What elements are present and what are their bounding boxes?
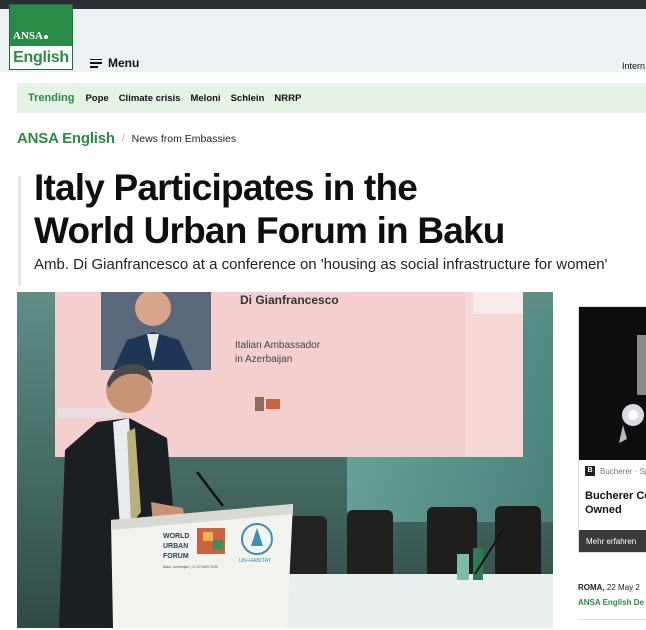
headline-accent-rule: [18, 176, 21, 286]
trending-item-meloni[interactable]: Meloni: [190, 93, 220, 104]
podium-world-text: WORLD: [163, 533, 189, 540]
breadcrumb: ANSA English / News from Embassies: [17, 130, 236, 147]
podium-unhabitat-text: UN-HABITAT: [239, 558, 272, 564]
article-hero-photo[interactable]: Di Gianfrancesco Italian Ambassador in A…: [17, 292, 553, 628]
screen-forum-logo: [255, 397, 264, 411]
ad-cta-button[interactable]: Mehr erfahren: [579, 530, 646, 552]
article-title: Italy Participates in the World Urban For…: [34, 167, 505, 251]
ad-brand-text: Bucherer · Sp: [600, 466, 646, 476]
site-header: Menu Intern: [0, 9, 646, 72]
ansa-english-logo[interactable]: ANSA English: [9, 4, 73, 70]
screen-role-line2: in Azerbaijan: [235, 354, 292, 365]
podium-forum-text: FORUM: [163, 553, 189, 560]
hamburger-icon: [90, 58, 102, 68]
trending-label: Trending: [28, 92, 75, 104]
international-link[interactable]: Intern: [622, 61, 645, 71]
trending-item-pope[interactable]: Pope: [85, 93, 108, 104]
logo-ansa-text: ANSA: [13, 30, 48, 42]
article-byline[interactable]: ANSA English De: [578, 598, 644, 607]
trending-item-climate-crisis[interactable]: Climate crisis: [119, 93, 181, 104]
ad-title: Bucherer Ce Owned: [585, 490, 646, 516]
breadcrumb-home-link[interactable]: ANSA English: [17, 130, 115, 147]
screen-name-text: Di Gianfrancesco: [240, 293, 339, 307]
menu-label: Menu: [108, 56, 140, 70]
breadcrumb-section-link[interactable]: News from Embassies: [132, 133, 236, 145]
breadcrumb-separator: /: [121, 133, 125, 144]
top-strip: [0, 0, 646, 9]
trending-bar: Trending Pope Climate crisis Meloni Schl…: [17, 83, 646, 113]
trending-item-schlein[interactable]: Schlein: [231, 93, 265, 104]
podium-small-text: Baku, Azerbaijan | 17-22 MAY 2026: [163, 565, 218, 569]
ad-watch-image: [579, 307, 646, 460]
ad-card[interactable]: B Bucherer · Sp Bucherer Ce Owned Mehr er…: [578, 306, 646, 553]
menu-button[interactable]: Menu: [90, 56, 139, 70]
article-dateline: ROMA, 22 May 2: [578, 583, 640, 592]
screen-role-line1: Italian Ambassador: [235, 340, 321, 351]
logo-english-text: English: [10, 46, 72, 69]
divider: [578, 619, 646, 620]
article-subtitle: Amb. Di Gianfrancesco at a conference on…: [34, 256, 608, 273]
ad-brand: B Bucherer · Sp: [585, 466, 646, 476]
trending-item-nrrp[interactable]: NRRP: [274, 93, 301, 104]
conference-photo-illustration: Di Gianfrancesco Italian Ambassador in A…: [17, 292, 553, 628]
ad-brand-badge: B: [585, 466, 595, 476]
podium-urban-text: URBAN: [163, 543, 188, 550]
